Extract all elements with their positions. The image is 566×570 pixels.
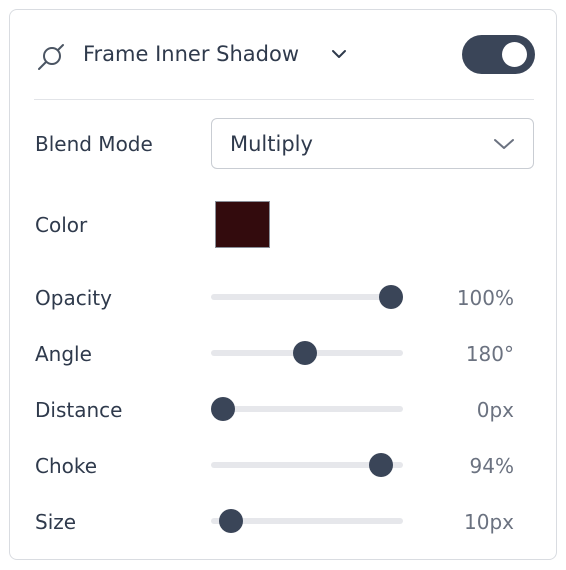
opacity-value: 100% [456, 286, 514, 310]
blend-mode-select[interactable]: Multiply [211, 118, 534, 169]
distance-slider[interactable] [210, 396, 403, 422]
slider-thumb[interactable] [293, 341, 318, 365]
distance-label: Distance [35, 398, 123, 422]
panel-header: Frame Inner Shadow [10, 10, 556, 100]
color-swatch[interactable] [215, 201, 270, 248]
angle-value: 180° [465, 342, 514, 366]
choke-value: 94% [469, 454, 514, 478]
shadow-effect-icon [38, 44, 64, 70]
angle-label: Angle [35, 342, 92, 366]
slider-track [211, 406, 403, 412]
chevron-down-icon [494, 139, 514, 149]
color-label: Color [35, 213, 88, 237]
header-divider [34, 99, 534, 100]
slider-thumb[interactable] [210, 397, 235, 421]
slider-thumb[interactable] [219, 509, 244, 533]
opacity-slider[interactable] [211, 284, 403, 310]
size-value: 10px [464, 510, 514, 534]
blend-mode-label: Blend Mode [35, 132, 153, 156]
slider-track [211, 294, 403, 300]
effect-title[interactable]: Frame Inner Shadow [83, 40, 299, 68]
choke-slider[interactable] [211, 452, 403, 478]
toggle-knob [502, 42, 527, 67]
slider-thumb[interactable] [368, 453, 393, 477]
size-slider[interactable] [211, 508, 403, 534]
choke-label: Choke [35, 454, 98, 478]
slider-thumb[interactable] [378, 285, 403, 309]
inner-shadow-panel: Frame Inner Shadow Blend Mode Multiply C… [9, 9, 557, 560]
angle-slider[interactable] [211, 340, 403, 366]
opacity-label: Opacity [35, 286, 112, 310]
chevron-down-icon[interactable] [330, 47, 348, 61]
blend-mode-value: Multiply [230, 132, 313, 156]
distance-value: 0px [476, 398, 514, 422]
size-label: Size [35, 510, 77, 534]
effect-enabled-toggle[interactable] [462, 35, 535, 74]
